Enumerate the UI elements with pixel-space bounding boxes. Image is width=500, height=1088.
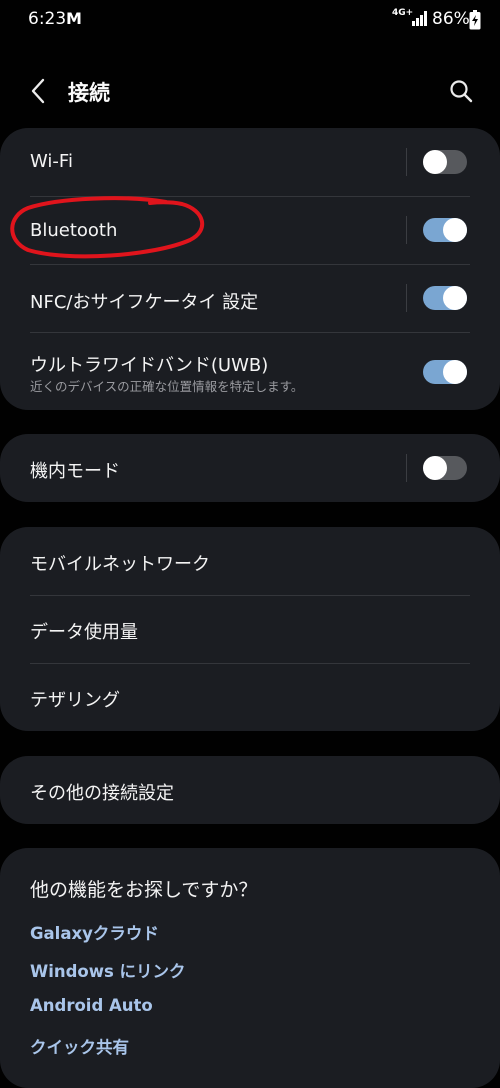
wifi-row[interactable]: Wi-Fi bbox=[0, 128, 500, 196]
data-usage-label: データ使用量 bbox=[30, 622, 138, 643]
row-separator bbox=[406, 284, 407, 312]
suggestion-link-galaxy-cloud[interactable]: Galaxyクラウド bbox=[30, 920, 159, 944]
mobile-network-label: モバイルネットワーク bbox=[30, 554, 210, 575]
uwb-label: ウルトラワイドバンド(UWB) bbox=[30, 355, 269, 376]
airplane-row[interactable]: 機内モード bbox=[0, 434, 500, 502]
gmail-icon: M bbox=[66, 9, 82, 28]
toggle-knob bbox=[423, 456, 447, 480]
signal-icon bbox=[412, 11, 427, 26]
tethering-label: テザリング bbox=[30, 690, 120, 711]
status-bar: 6:23 M 4G+ 86% bbox=[0, 0, 500, 40]
wifi-label: Wi-Fi bbox=[30, 151, 73, 172]
row-separator bbox=[406, 216, 407, 244]
suggestion-link-windows[interactable]: Windows にリンク bbox=[30, 958, 186, 982]
app-bar: 接続 bbox=[0, 60, 500, 122]
back-button[interactable] bbox=[24, 74, 54, 108]
nfc-toggle[interactable] bbox=[423, 286, 467, 310]
more-settings-card: その他の接続設定 bbox=[0, 756, 500, 824]
airplane-card: 機内モード bbox=[0, 434, 500, 502]
bluetooth-toggle[interactable] bbox=[423, 218, 467, 242]
network-type: 4G+ bbox=[392, 8, 414, 18]
mobile-network-row[interactable]: モバイルネットワーク bbox=[0, 527, 500, 595]
more-settings-row[interactable]: その他の接続設定 bbox=[0, 756, 500, 824]
search-button[interactable] bbox=[446, 74, 476, 108]
nfc-label: NFC/おサイフケータイ 設定 bbox=[30, 292, 259, 313]
toggle-knob bbox=[443, 286, 467, 310]
uwb-toggle[interactable] bbox=[423, 360, 467, 384]
toggle-knob bbox=[443, 360, 467, 384]
uwb-description: 近くのデバイスの正確な位置情報を特定します。 bbox=[30, 379, 304, 394]
nfc-row[interactable]: NFC/おサイフケータイ 設定 bbox=[0, 265, 500, 332]
airplane-label: 機内モード bbox=[30, 461, 120, 482]
annotation-circle bbox=[10, 196, 205, 259]
search-icon bbox=[450, 80, 473, 103]
wifi-toggle[interactable] bbox=[423, 150, 467, 174]
chevron-left-icon bbox=[31, 78, 45, 104]
status-time: 6:23 bbox=[28, 9, 67, 29]
more-settings-label: その他の接続設定 bbox=[30, 783, 174, 804]
airplane-toggle[interactable] bbox=[423, 456, 467, 480]
suggestion-link-quick-share[interactable]: クイック共有 bbox=[30, 1034, 129, 1058]
suggestion-link-android-auto[interactable]: Android Auto bbox=[30, 996, 153, 1015]
connections-card: Wi-Fi Bluetooth NFC/おサイフケータイ 設定 ウルトラワイドバ… bbox=[0, 128, 500, 410]
suggestions-title: 他の機能をお探しですか？ bbox=[30, 879, 258, 901]
uwb-row[interactable]: ウルトラワイドバンド(UWB) 近くのデバイスの正確な位置情報を特定します。 bbox=[0, 333, 500, 410]
toggle-knob bbox=[423, 150, 447, 174]
data-usage-row[interactable]: データ使用量 bbox=[0, 596, 500, 663]
row-separator bbox=[406, 148, 407, 176]
page-title: 接続 bbox=[68, 81, 110, 105]
network-card: モバイルネットワーク データ使用量 テザリング bbox=[0, 527, 500, 731]
toggle-knob bbox=[443, 218, 467, 242]
row-separator bbox=[406, 454, 407, 482]
battery-charging-icon bbox=[469, 10, 481, 30]
battery-percent: 86% bbox=[432, 9, 470, 29]
tethering-row[interactable]: テザリング bbox=[0, 664, 500, 731]
